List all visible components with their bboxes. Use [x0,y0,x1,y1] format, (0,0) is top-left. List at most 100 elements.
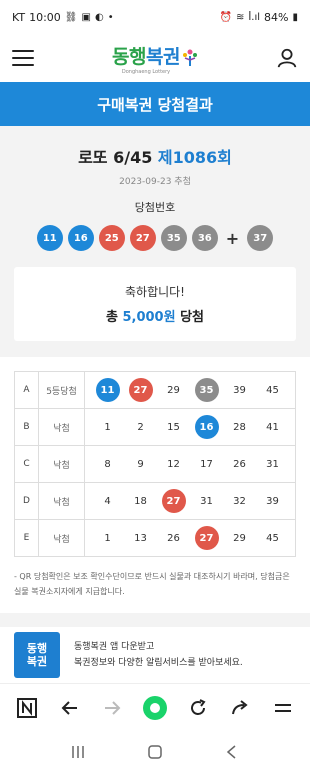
ticket-numbers: 1 13 26 27 29 45 [85,526,295,550]
logo-figure-icon [182,49,197,66]
app-header: 동행복권 Donghaeng Lottery [0,34,310,82]
ticket-id: E [15,520,39,556]
system-nav-bar [0,731,310,760]
promo-logo-line2: 복권 [26,655,48,668]
ticket-number: 31 [266,458,279,470]
matched-number: 35 [194,378,219,402]
home-icon[interactable] [146,743,164,760]
ticket-number: 45 [266,532,279,544]
ticket-number: 9 [137,458,144,470]
promo-line1: 동행복권 앱 다운받고 [74,642,155,652]
status-bar: KT 10:00 ⛓ ▣ ◐ • ⏰ ≋ ꟾ.ıl 84% ▮ [0,0,310,34]
plus-sign: + [225,228,240,248]
winning-ball: 35 [160,225,187,251]
winning-ball: 27 [129,225,156,251]
winning-numbers-label: 당첨번호 [134,201,176,214]
winning-ball: 16 [67,225,94,251]
ticket-number: 31 [200,495,213,507]
promo-text: 동행복권 앱 다운받고 복권정보와 다양한 알림서비스를 받아보세요. [74,639,243,671]
matched-number: 27 [194,526,219,550]
ticket-id: A [15,372,39,408]
qr-notice: - QR 당첨확인은 보조 확인수단이므로 반드시 실물과 대조하시기 바라며,… [14,572,290,596]
ticket-row: C 낙첨 8 9 12 17 26 31 [15,446,295,483]
ticket-number: 29 [233,532,246,544]
ticket-result: 낙첨 [39,483,85,519]
ticket-id: D [15,483,39,519]
congrats-box: 축하합니다! 총 5,000원 당첨 [14,267,296,341]
ticket-row: A 5등당첨 11 27 29 35 39 45 [15,372,295,409]
ticket-number: 1 [104,532,111,544]
promo-logo: 동행 복권 [14,632,60,678]
prize-suffix: 당첨 [180,310,205,325]
ticket-number: 29 [167,384,180,396]
carrier-label: KT [12,10,26,24]
ticket-number: 26 [233,458,246,470]
logo-part1: 동행 [112,45,146,68]
ticket-result: 낙첨 [39,409,85,445]
n-icon[interactable] [13,694,41,722]
app-promo-banner[interactable]: 동행 복권 동행복권 앱 다운받고 복권정보와 다양한 알림서비스를 받아보세요… [0,627,310,683]
ticket-id: C [15,446,39,482]
user-account-icon[interactable] [276,47,298,69]
ticket-number: 4 [104,495,111,507]
lotto-round: 제1086회 [157,148,232,167]
signal-icon: ꟾ.ıl [248,11,261,23]
ticket-number: 8 [104,458,111,470]
ticket-numbers: 4 18 27 31 32 39 [85,489,295,513]
winning-numbers: 11 16 25 27 35 36 + 37 [14,225,296,251]
hamburger-menu-icon[interactable] [12,50,34,66]
back-arrow-icon[interactable] [56,694,84,722]
alarm-icon: ⏰ [219,11,232,23]
lotto-title: 로또 6/45 제1086회 [14,144,296,168]
site-logo[interactable]: 동행복권 Donghaeng Lottery [112,42,198,75]
ticket-number: 28 [233,421,246,433]
recent-apps-icon[interactable] [69,743,87,760]
winning-ball: 25 [98,225,125,251]
ticket-number: 15 [167,421,180,433]
clock: 10:00 [29,10,61,24]
ticket-number: 1 [104,421,111,433]
matched-number: 16 [194,415,219,439]
back-icon[interactable] [223,743,241,760]
bonus-ball: 37 [247,225,274,251]
prize-amount: 5,000원 [122,310,176,325]
prize-prefix: 총 [105,310,118,325]
menu-icon[interactable] [269,694,297,722]
winning-ball: 11 [36,225,63,251]
ticket-number: 13 [134,532,147,544]
ticket-table: A 5등당첨 11 27 29 35 39 45 B 낙첨 1 2 15 16 28 41 C 낙첨 8 9 12 17 2… [14,371,296,557]
winning-ball: 36 [191,225,218,251]
share-icon[interactable] [226,694,254,722]
matched-number: 27 [128,378,153,402]
ticket-result: 낙첨 [39,520,85,556]
promo-line2: 복권정보와 다양한 알림서비스를 받아보세요. [74,658,243,668]
page-title: 구매복권 당첨결과 [0,82,310,126]
ticket-row: B 낙첨 1 2 15 16 28 41 [15,409,295,446]
sync-icon: ◐ [94,11,104,23]
prize-total: 총 5,000원 당첨 [24,306,286,325]
reload-icon[interactable] [184,694,212,722]
ticket-number: 26 [167,532,180,544]
ticket-result: 5등당첨 [39,372,85,408]
wifi-icon: ≋ [235,11,245,23]
section-divider [0,613,310,627]
lotto-name: 로또 6/45 [78,148,153,167]
ticket-numbers: 1 2 15 16 28 41 [85,415,295,439]
battery-icon: ▮ [292,11,298,23]
browser-toolbar [0,683,310,731]
draw-date: 2023-09-23 추첨 [119,177,191,187]
matched-number: 27 [161,489,186,513]
ticket-number: 39 [233,384,246,396]
home-circle-icon[interactable] [141,694,169,722]
ticket-numbers: 11 27 29 35 39 45 [85,378,295,402]
matched-number: 11 [95,378,120,402]
logo-subtitle: Donghaeng Lottery [121,68,171,75]
ticket-id: B [15,409,39,445]
forward-arrow-icon[interactable] [98,694,126,722]
link-icon: ⛓ [64,11,78,23]
ticket-number: 45 [266,384,279,396]
notification-dot: • [107,11,114,23]
ticket-numbers: 8 9 12 17 26 31 [85,452,295,476]
ticket-number: 39 [266,495,279,507]
ticket-row: D 낙첨 4 18 27 31 32 39 [15,483,295,520]
